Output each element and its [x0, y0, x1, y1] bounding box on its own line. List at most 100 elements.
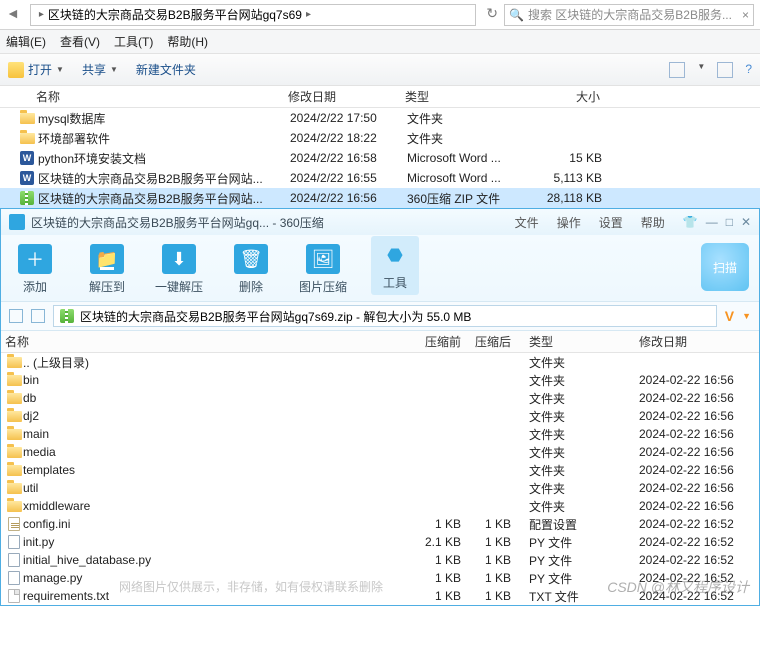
file-type: 360压缩 ZIP 文件	[407, 190, 522, 207]
table-row[interactable]: mysql数据库2024/2/22 17:50文件夹	[0, 108, 760, 128]
folder-icon	[7, 483, 22, 494]
table-row[interactable]: db文件夹2024-02-22 16:56	[1, 389, 759, 407]
zcol-name[interactable]: 名称	[5, 333, 403, 350]
view-large-icon[interactable]	[9, 309, 23, 323]
size-after: 1 KB	[461, 517, 519, 531]
file-type: 文件夹	[407, 110, 522, 127]
file-type: 文件夹	[519, 480, 639, 497]
nav-back-icon[interactable]: ◄	[0, 7, 26, 23]
zip-icon	[20, 191, 34, 205]
preview-pane-icon[interactable]	[717, 62, 733, 78]
folder-icon	[7, 447, 22, 458]
table-row[interactable]: .. (上级目录)文件夹	[1, 353, 759, 371]
menu-tools[interactable]: 工具(T)	[114, 33, 153, 50]
menu-edit[interactable]: 编辑(E)	[6, 33, 46, 50]
menu-help[interactable]: 帮助(H)	[167, 33, 208, 50]
chevron-down-icon[interactable]: ▼	[742, 311, 751, 321]
word-icon: W	[20, 151, 34, 165]
menu-operate[interactable]: 操作	[557, 214, 581, 231]
add-icon: ＋	[18, 244, 52, 274]
vip-indicator[interactable]: V	[725, 308, 734, 324]
table-row[interactable]: manage.py1 KB1 KBPY 文件2024-02-22 16:52	[1, 569, 759, 587]
scan-button[interactable]: 扫描	[701, 243, 749, 291]
menu-help[interactable]: 帮助	[641, 214, 665, 231]
add-button[interactable]: ＋ 添加	[11, 244, 59, 295]
table-row[interactable]: media文件夹2024-02-22 16:56	[1, 443, 759, 461]
minimize-icon[interactable]: —	[706, 215, 718, 229]
table-row[interactable]: templates文件夹2024-02-22 16:56	[1, 461, 759, 479]
zcol-mod[interactable]: 修改日期	[639, 333, 759, 350]
delete-button[interactable]: 🗑 删除	[227, 244, 275, 295]
file-name: init.py	[23, 535, 403, 549]
col-type[interactable]: 类型	[405, 88, 520, 105]
table-row[interactable]: xmiddleware文件夹2024-02-22 16:56	[1, 497, 759, 515]
python-file-icon	[8, 571, 20, 585]
close-icon[interactable]: ✕	[741, 215, 751, 229]
chevron-down-icon[interactable]: ▼	[697, 62, 705, 78]
extract-button[interactable]: 📁 解压到	[83, 244, 131, 295]
skin-icon[interactable]: 👕	[683, 215, 698, 229]
col-size[interactable]: 大小	[520, 88, 620, 105]
view-list-icon[interactable]	[31, 309, 45, 323]
search-clear-icon[interactable]: ×	[742, 8, 749, 22]
archive-icon	[60, 309, 74, 323]
address-bar[interactable]: ▸ 区块链的大宗商品交易B2B服务平台网站gq7s69 ▸	[30, 4, 476, 26]
table-row[interactable]: Wpython环境安装文档2024/2/22 16:58Microsoft Wo…	[0, 148, 760, 168]
python-file-icon	[8, 535, 20, 549]
view-options-icon[interactable]	[669, 62, 685, 78]
table-row[interactable]: config.ini1 KB1 KB配置设置2024-02-22 16:52	[1, 515, 759, 533]
new-folder-button[interactable]: 新建文件夹	[136, 61, 196, 78]
path-segment[interactable]: 区块链的大宗商品交易B2B服务平台网站gq7s69	[48, 6, 302, 23]
file-type: 文件夹	[519, 390, 639, 407]
file-type: 文件夹	[519, 426, 639, 443]
table-row[interactable]: util文件夹2024-02-22 16:56	[1, 479, 759, 497]
image-compress-button[interactable]: 🖼 图片压缩	[299, 244, 347, 295]
table-row[interactable]: W区块链的大宗商品交易B2B服务平台网站...2024/2/22 16:55Mi…	[0, 168, 760, 188]
folder-icon	[20, 113, 35, 124]
menu-file[interactable]: 文件	[515, 214, 539, 231]
search-input[interactable]: 🔍 搜索 区块链的大宗商品交易B2B服务... ×	[504, 4, 754, 26]
file-modified: 2024-02-22 16:56	[639, 391, 759, 405]
table-row[interactable]: 环境部署软件2024/2/22 18:22文件夹	[0, 128, 760, 148]
file-type: 文件夹	[519, 462, 639, 479]
col-name[interactable]: 名称	[36, 88, 288, 105]
app-icon	[9, 214, 25, 230]
zcol-pre[interactable]: 压缩前	[403, 333, 461, 350]
refresh-icon[interactable]: ↻	[480, 6, 504, 23]
table-row[interactable]: requirements.txt1 KB1 KBTXT 文件2024-02-22…	[1, 587, 759, 605]
file-name: xmiddleware	[23, 499, 403, 513]
size-before: 1 KB	[403, 589, 461, 603]
oneclick-icon: ⬇	[162, 244, 196, 274]
table-row[interactable]: init.py2.1 KB1 KBPY 文件2024-02-22 16:52	[1, 533, 759, 551]
file-type: 文件夹	[519, 372, 639, 389]
file-type: 文件夹	[519, 408, 639, 425]
table-row[interactable]: main文件夹2024-02-22 16:56	[1, 425, 759, 443]
table-row[interactable]: dj2文件夹2024-02-22 16:56	[1, 407, 759, 425]
table-row[interactable]: initial_hive_database.py1 KB1 KBPY 文件202…	[1, 551, 759, 569]
open-button[interactable]: 打开 ▼	[8, 61, 64, 78]
help-icon[interactable]: ?	[745, 62, 752, 78]
file-modified: 2024/2/22 17:50	[290, 111, 407, 125]
file-type: 文件夹	[519, 444, 639, 461]
oneclick-extract-button[interactable]: ⬇ 一键解压	[155, 244, 203, 295]
table-row[interactable]: bin文件夹2024-02-22 16:56	[1, 371, 759, 389]
file-modified: 2024-02-22 16:56	[639, 463, 759, 477]
file-modified: 2024/2/22 16:56	[290, 191, 407, 205]
size-after: 1 KB	[461, 589, 519, 603]
menu-view[interactable]: 查看(V)	[60, 33, 100, 50]
file-type: PY 文件	[519, 552, 639, 569]
zcol-post[interactable]: 压缩后	[461, 333, 519, 350]
col-modified[interactable]: 修改日期	[288, 88, 405, 105]
window-title: 区块链的大宗商品交易B2B服务平台网站gq... - 360压缩	[31, 214, 509, 231]
file-type: 配置设置	[519, 516, 639, 533]
zip-titlebar[interactable]: 区块链的大宗商品交易B2B服务平台网站gq... - 360压缩 文件 操作 设…	[1, 209, 759, 235]
zcol-type[interactable]: 类型	[519, 333, 639, 350]
table-row[interactable]: 区块链的大宗商品交易B2B服务平台网站...2024/2/22 16:56360…	[0, 188, 760, 208]
zip-path-input[interactable]: 区块链的大宗商品交易B2B服务平台网站gq7s69.zip - 解包大小为 55…	[53, 305, 717, 327]
tool-button[interactable]: ⬣ 工具	[371, 236, 419, 295]
file-modified: 2024-02-22 16:52	[639, 571, 759, 585]
share-button[interactable]: 共享 ▼	[82, 61, 118, 78]
menu-setting[interactable]: 设置	[599, 214, 623, 231]
maximize-icon[interactable]: □	[726, 215, 733, 229]
size-before: 1 KB	[403, 517, 461, 531]
